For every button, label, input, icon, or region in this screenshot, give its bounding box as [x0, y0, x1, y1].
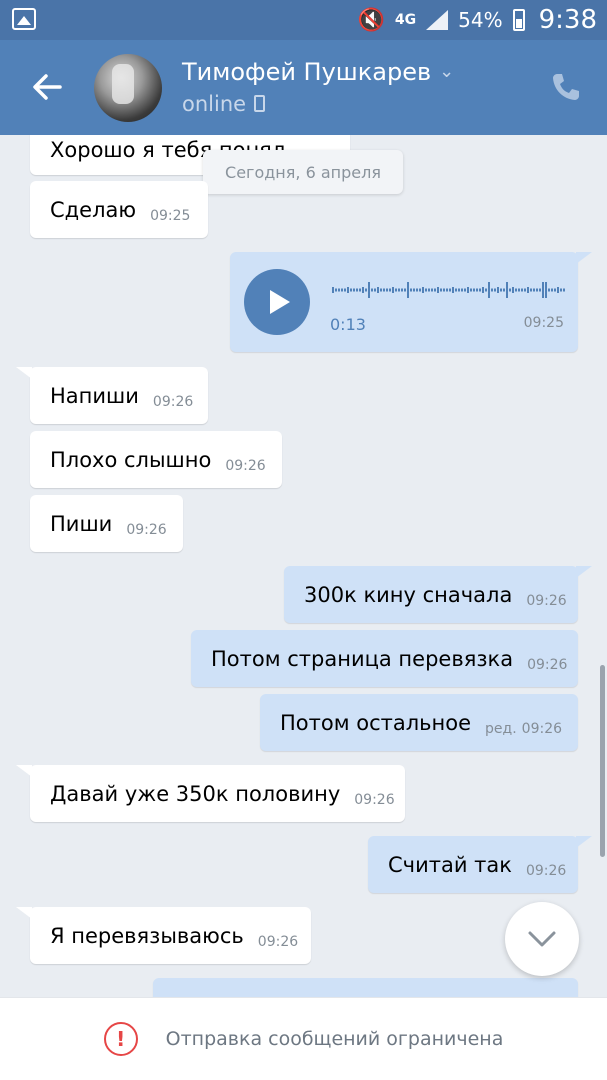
message-text: Считай так: [388, 852, 512, 877]
battery-percent: 54%: [458, 8, 503, 32]
gallery-notification-icon: [12, 8, 36, 30]
network-type: 4G: [394, 12, 417, 28]
signal-icon: [426, 10, 449, 30]
message-bubble[interactable]: Считай так 09:26: [368, 836, 592, 893]
chevron-down-icon: [528, 931, 556, 947]
voice-message-bubble[interactable]: 0:13 09:25: [230, 252, 592, 352]
messaging-restricted-notice: Отправка сообщений ограничена: [165, 1028, 504, 1050]
voice-waveform[interactable]: [332, 278, 566, 302]
message-bubble[interactable]: Потом остальное ред. 09:26: [260, 694, 578, 751]
voice-message-bubble-partial[interactable]: [153, 978, 578, 997]
message-text: Плохо слышно: [50, 447, 212, 472]
battery-icon: [512, 9, 525, 31]
message-bubble[interactable]: Потом страница перевязка 09:26: [191, 630, 578, 687]
message-time: 09:26: [126, 521, 167, 538]
chevron-down-icon: ⌄: [439, 61, 455, 82]
play-icon[interactable]: [244, 269, 310, 335]
message-time: 09:26: [525, 862, 567, 879]
message-time: 09:25: [523, 315, 564, 331]
input-bar: ! Отправка сообщений ограничена: [0, 997, 607, 1080]
message-time: 09:26: [257, 933, 299, 950]
message-bubble[interactable]: Я перевязываюсь 09:26: [16, 907, 311, 964]
message-time: 09:26: [152, 393, 194, 410]
message-bubble[interactable]: Напиши 09:26: [16, 367, 208, 424]
message-time: 09:26: [354, 791, 395, 808]
back-arrow-icon[interactable]: [30, 70, 64, 104]
avatar[interactable]: [94, 54, 162, 122]
chat-header: Тимофей Пушкарев ⌄ online: [0, 40, 607, 135]
online-status-text: online: [182, 92, 247, 116]
date-separator: Сегодня, 6 апреля: [203, 150, 403, 194]
contact-name-text: Тимофей Пушкарев: [182, 58, 432, 86]
message-text: Я перевязываюсь: [50, 923, 244, 948]
contact-name[interactable]: Тимофей Пушкарев ⌄: [182, 58, 454, 86]
message-list[interactable]: Хорошо я тебя понял Сегодня, 6 апреля Сд…: [0, 135, 607, 997]
message-bubble[interactable]: Сделаю 09:25: [30, 181, 208, 238]
message-bubble[interactable]: Пиши 09:26: [30, 495, 183, 552]
mute-icon: 🔇: [357, 7, 385, 33]
message-time: 09:26: [527, 656, 568, 673]
message-text: 300к кину сначала: [304, 582, 513, 607]
phone-call-icon[interactable]: [549, 70, 583, 104]
message-text: Потом страница перевязка: [211, 646, 514, 671]
message-time: 09:25: [150, 207, 191, 224]
warning-icon: !: [103, 1022, 138, 1056]
message-bubble[interactable]: 300к кину сначала 09:26: [284, 566, 592, 623]
contact-status: online: [182, 92, 266, 116]
message-bubble[interactable]: Плохо слышно 09:26: [30, 431, 282, 488]
message-time: 09:26: [225, 457, 266, 474]
status-bar: 🔇 4G 54% 9:38: [0, 0, 607, 40]
mobile-device-icon: [254, 95, 266, 112]
clock: 9:38: [538, 5, 597, 35]
status-indicators: 🔇 4G 54% 9:38: [358, 0, 597, 40]
message-text: Потом остальное: [280, 710, 472, 735]
message-text: Пиши: [50, 511, 113, 536]
message-time: 09:26: [526, 592, 567, 609]
message-text: Напиши: [50, 383, 139, 408]
message-text: Сделаю: [50, 197, 137, 222]
message-bubble[interactable]: Давай уже 350к половину 09:26: [16, 765, 405, 822]
scroll-down-button[interactable]: [505, 902, 579, 976]
edited-label: ред.: [485, 720, 517, 737]
message-text: Давай уже 350к половину: [50, 781, 341, 806]
voice-duration: 0:13: [330, 315, 366, 334]
message-time: 09:26: [521, 720, 563, 737]
scrollbar[interactable]: [600, 665, 605, 857]
